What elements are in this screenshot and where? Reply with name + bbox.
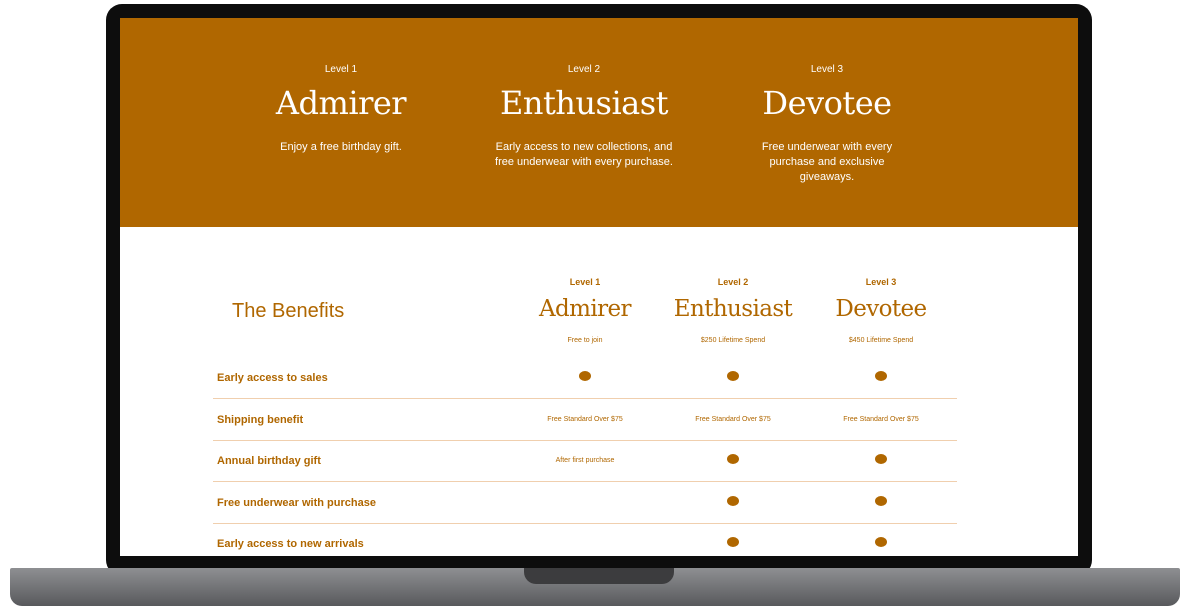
hero-tier-name: Admirer <box>275 84 407 122</box>
hero-tier-description: Enjoy a free birthday gift. <box>280 141 402 153</box>
column-level: Level 1 <box>569 277 601 287</box>
column-spend: $250 Lifetime Spend <box>700 337 766 344</box>
benefit-value-cell <box>510 524 660 556</box>
included-dot-icon <box>727 495 739 506</box>
benefits-title: The Benefits <box>232 300 345 322</box>
benefit-label: Shipping benefit <box>217 413 304 426</box>
benefit-value-cell <box>510 483 660 523</box>
included-dot-icon <box>727 371 739 382</box>
column-level: Level 3 <box>865 277 897 287</box>
column-spend: $450 Lifetime Spend <box>848 337 914 344</box>
included-dot-icon <box>875 371 887 382</box>
benefit-label: Early access to sales <box>217 372 328 384</box>
benefit-row: Early access to new arrivals <box>213 524 957 556</box>
benefit-row: Early access to sales <box>213 358 957 399</box>
benefit-value-cell: Free Standard Over $75 <box>843 415 919 423</box>
hero-tier-description: Early access to new collections, and fre… <box>495 141 673 168</box>
benefit-row: Annual birthday gift After first purchase <box>213 441 957 482</box>
benefit-value-cell: After first purchase <box>555 457 615 464</box>
benefit-included-cell <box>806 358 956 398</box>
hero-tier-name: Enthusiast <box>499 84 669 122</box>
benefit-included-cell <box>658 483 808 523</box>
laptop-screen: Level 1 Admirer Enjoy a free birthday gi… <box>120 18 1078 556</box>
benefit-value-cell: Free Standard Over $75 <box>547 415 623 423</box>
benefit-label: Annual birthday gift <box>217 455 321 467</box>
included-dot-icon <box>875 537 887 548</box>
laptop-notch <box>524 568 674 584</box>
column-spend: Free to join <box>567 337 603 344</box>
included-dot-icon <box>727 454 739 465</box>
hero-banner: Level 1 Admirer Enjoy a free birthday gi… <box>120 18 1078 227</box>
column-tier-name: Devotee <box>835 296 927 322</box>
benefit-included-cell <box>806 441 956 481</box>
benefit-label: Early access to new arrivals <box>217 538 364 550</box>
included-dot-icon <box>875 495 887 506</box>
hero-tier-description: Free underwear with every purchase and e… <box>761 141 893 183</box>
hero-tier-level: Level 1 <box>324 64 358 75</box>
column-tier-name: Admirer <box>539 296 632 322</box>
benefit-value-cell: Free Standard Over $75 <box>695 415 771 423</box>
benefit-row: Shipping benefit Free Standard Over $75 Fr… <box>213 400 957 441</box>
benefit-row: Free underwear with purchase <box>213 483 957 524</box>
included-dot-icon <box>579 371 591 382</box>
benefit-included-cell <box>658 358 808 398</box>
column-level: Level 2 <box>717 277 749 287</box>
included-dot-icon <box>727 537 739 548</box>
benefit-label: Free underwear with purchase <box>217 496 376 509</box>
benefit-included-cell <box>658 441 808 481</box>
benefit-included-cell <box>806 524 956 556</box>
hero-tier-level: Level 2 <box>567 64 601 75</box>
included-dot-icon <box>875 454 887 465</box>
benefit-included-cell <box>806 483 956 523</box>
hero-tier-name: Devotee <box>762 84 892 122</box>
column-tier-name: Enthusiast <box>673 296 793 322</box>
benefit-included-cell <box>510 358 660 398</box>
benefit-included-cell <box>658 524 808 556</box>
hero-tier-level: Level 3 <box>810 64 844 75</box>
